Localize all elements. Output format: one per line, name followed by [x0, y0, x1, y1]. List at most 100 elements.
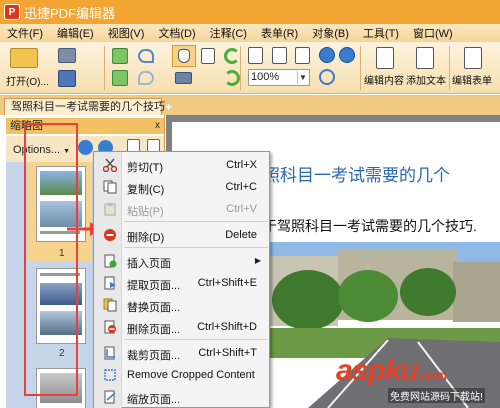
zoom-in-icon [78, 140, 93, 155]
thumbnail-zoom-in-button[interactable] [78, 140, 94, 156]
snapshot-button[interactable] [172, 68, 196, 88]
add-text-icon [416, 47, 434, 69]
menu-file[interactable]: 文件(F) [0, 25, 50, 41]
delete-bar [106, 234, 114, 236]
page-forward-button[interactable] [110, 68, 132, 88]
save-button[interactable] [54, 68, 94, 90]
menu-item-delete[interactable]: 删除(D) Delete [94, 224, 269, 246]
menu-item-cut[interactable]: 剪切(T) Ctrl+X [94, 154, 269, 176]
delete-icon [104, 229, 116, 241]
delete-page-icon [104, 320, 116, 334]
menu-item-resize-page[interactable]: 缩放页面... [94, 386, 269, 408]
chevron-down-icon[interactable]: ▼ [297, 71, 308, 84]
edit-content-icon [376, 47, 394, 69]
menu-item-label: 剪切(T) [127, 162, 164, 174]
photo-tree [338, 270, 398, 322]
chevron-right-icon: ▶ [254, 256, 261, 265]
open-folder-icon [10, 48, 38, 68]
menu-view[interactable]: 视图(V) [101, 25, 152, 41]
menu-item-shortcut: Ctrl+Shift+D [197, 321, 257, 333]
zoom-out-button[interactable] [338, 46, 356, 64]
text-select-icon [201, 48, 215, 64]
paste-clip [108, 203, 112, 206]
menu-item-paste[interactable]: 粘贴(P) Ctrl+V [94, 198, 269, 220]
menu-separator [124, 247, 268, 248]
menu-item-copy[interactable]: 复制(C) Ctrl+C [94, 176, 269, 198]
marquee-zoom-icon [319, 69, 335, 85]
toolbar-separator [104, 46, 105, 90]
redo-button[interactable] [136, 68, 166, 88]
edit-content-button[interactable]: 编辑内容 [364, 45, 408, 91]
page-back-button[interactable] [110, 46, 132, 66]
menu-item-shortcut: Ctrl+V [226, 203, 257, 215]
edit-content-label: 编辑内容 [364, 76, 404, 87]
scissors-blade [105, 158, 114, 168]
rotate-left-button[interactable] [222, 46, 242, 66]
rotate-right-icon [224, 70, 240, 86]
menu-tools[interactable]: 工具(T) [356, 25, 406, 41]
watermark-logo: aspku.com [336, 354, 448, 388]
fit-page-button[interactable] [270, 46, 290, 66]
watermark-suffix: .com [417, 367, 448, 383]
close-icon[interactable]: x [155, 118, 160, 134]
menu-item-label: 粘贴(P) [127, 206, 164, 218]
edit-form-label: 编辑表单 [452, 76, 492, 87]
menu-object[interactable]: 对象(B) [305, 25, 356, 41]
tab-document[interactable]: 驾照科目一考试需要的几个技巧 [4, 98, 165, 115]
menu-document[interactable]: 文档(D) [151, 25, 202, 41]
menu-item-shortcut: Delete [225, 229, 257, 241]
menu-item-label: 缩放页面... [127, 394, 181, 406]
add-text-button[interactable]: 添加文本 [404, 45, 448, 91]
menu-item-shortcut: Ctrl+C [225, 181, 257, 193]
menu-item-extract-page[interactable]: 提取页面... Ctrl+Shift+E [94, 272, 269, 294]
menu-separator [124, 339, 268, 340]
zoom-in-icon [319, 47, 335, 63]
menu-edit[interactable]: 编辑(E) [50, 25, 101, 41]
fit-page-icon [272, 47, 287, 64]
photo-tree [272, 270, 344, 330]
annotation-highlight-box [24, 123, 78, 396]
actual-size-button[interactable] [246, 46, 266, 66]
remove-crop-frame [104, 369, 116, 381]
zoom-in-button[interactable] [318, 46, 336, 64]
app-title: 迅捷PDF编辑器 [24, 5, 116, 21]
camera-icon [175, 72, 192, 84]
menu-item-label: 删除页面... [127, 324, 181, 336]
menu-item-label: Remove Cropped Content [127, 369, 255, 381]
delete-page-bar [109, 328, 115, 330]
add-text-label: 添加文本 [406, 76, 446, 87]
zoom-select[interactable]: 100% ▼ [248, 69, 310, 86]
document-heading: 照科目一考试需要的几个 [263, 166, 450, 185]
menu-item-delete-page[interactable]: 删除页面... Ctrl+Shift+D [94, 316, 269, 338]
crop-page-icon [104, 346, 115, 360]
menu-item-insert-page[interactable]: 插入页面 ▶ [94, 250, 269, 272]
menu-item-replace-page[interactable]: 替换页面... [94, 294, 269, 316]
document-subtext: 于驾照科目一考试需要的几个技巧. [263, 218, 477, 234]
fit-width-icon [295, 47, 310, 64]
marquee-zoom-button[interactable] [318, 68, 336, 86]
undo-button[interactable] [136, 46, 166, 66]
menu-separator [124, 221, 268, 222]
menu-item-label: 复制(C) [127, 184, 165, 196]
menu-item-remove-cropped-content[interactable]: Remove Cropped Content [94, 364, 269, 386]
watermark-caption: 免费网站源码下载站! [388, 388, 485, 403]
insert-page-icon [104, 254, 117, 268]
new-tab-button[interactable]: + [165, 100, 172, 114]
photo-tree [400, 268, 456, 316]
hand-tool-button[interactable] [172, 45, 196, 67]
toolbar-separator [449, 46, 450, 90]
open-button[interactable]: 打开(O)... [4, 46, 49, 90]
rotate-right-button[interactable] [222, 68, 242, 88]
select-text-button[interactable] [198, 46, 220, 66]
menu-window[interactable]: 窗口(W) [406, 25, 460, 41]
menu-comment[interactable]: 注释(C) [203, 25, 254, 41]
replace-page-front [107, 300, 117, 312]
menu-item-label: 裁剪页面... [127, 350, 181, 362]
fit-width-button[interactable] [293, 46, 313, 66]
print-button[interactable] [54, 46, 94, 66]
page-arrow-right-icon [112, 70, 128, 86]
edit-form-button[interactable]: 编辑表单 [452, 45, 498, 91]
undo-icon [138, 49, 154, 63]
menu-item-crop-page[interactable]: 裁剪页面... Ctrl+Shift+T [94, 342, 269, 364]
menu-form[interactable]: 表单(R) [254, 25, 305, 41]
